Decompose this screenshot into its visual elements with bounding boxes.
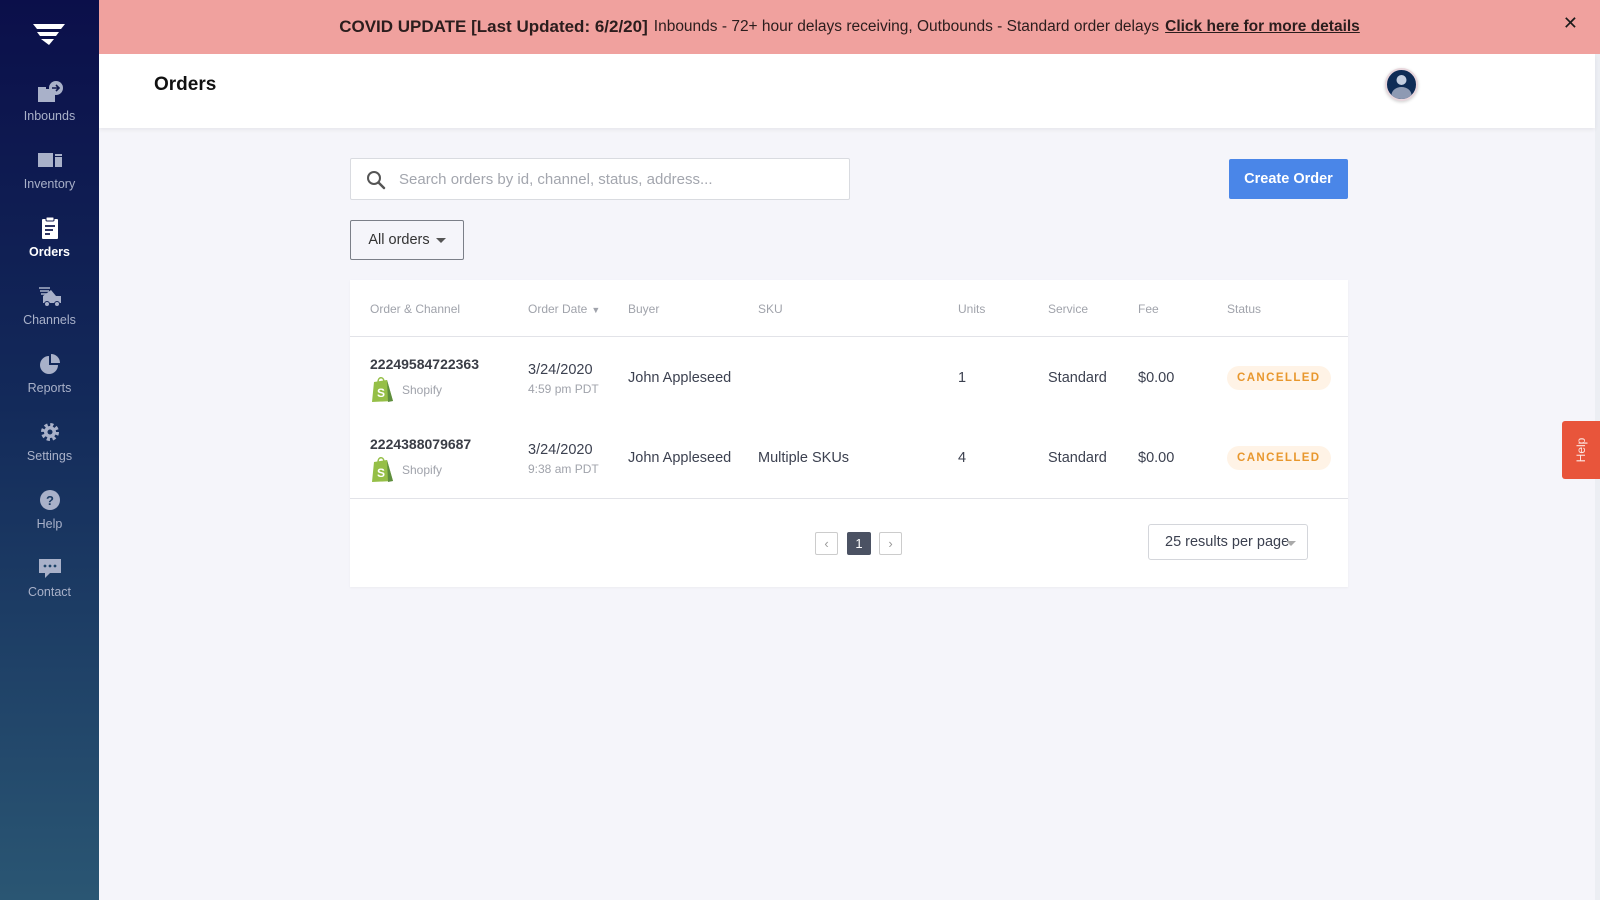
- fee: $0.00: [1138, 370, 1175, 386]
- status-badge: CANCELLED: [1227, 446, 1331, 470]
- create-order-button[interactable]: Create Order: [1229, 159, 1348, 199]
- units: 4: [958, 450, 967, 466]
- search-icon: [367, 171, 386, 190]
- sidebar-item-inventory[interactable]: Inventory: [0, 148, 99, 208]
- column-header-status[interactable]: Status: [1227, 302, 1261, 316]
- sidebar-item-label: Reports: [27, 381, 72, 395]
- svg-text:S: S: [377, 386, 385, 400]
- status-badge: CANCELLED: [1227, 366, 1331, 390]
- table-footer: ‹ 1 › 25 results per page: [350, 498, 1348, 587]
- column-header-sku[interactable]: SKU: [758, 302, 783, 316]
- sidebar-item-settings[interactable]: Settings: [0, 420, 99, 480]
- sidebar-item-help[interactable]: ? Help: [0, 488, 99, 548]
- sku: Multiple SKUs: [758, 450, 850, 466]
- buyer-name: John Appleseed: [628, 370, 732, 386]
- sidebar-item-label: Contact: [27, 585, 72, 599]
- order-time: 4:59 pm PDT: [528, 382, 599, 396]
- caret-down-icon: [1286, 541, 1296, 546]
- banner-details-link[interactable]: Click here for more details: [1165, 18, 1360, 36]
- inventory-icon: [37, 153, 62, 167]
- service: Standard: [1048, 450, 1107, 466]
- table-row[interactable]: 2224388079687 S Shopify 3/24/2020 9:38 a…: [350, 418, 1348, 498]
- sidebar-item-reports[interactable]: Reports: [0, 352, 99, 412]
- sidebar-item-label: Inventory: [23, 177, 76, 191]
- column-header-units[interactable]: Units: [958, 302, 985, 316]
- page-title: Orders: [154, 74, 217, 95]
- table-row[interactable]: 22249584722363 S Shopify 3/24/2020 4:59 …: [350, 338, 1348, 418]
- order-id[interactable]: 22249584722363: [370, 356, 479, 372]
- buyer-name: John Appleseed: [628, 450, 732, 466]
- table-header: Order & Channel Order Date ▼ Buyer SKU Un…: [350, 280, 1348, 337]
- channel-name: Shopify: [402, 463, 443, 477]
- logo-icon[interactable]: [32, 22, 66, 46]
- sidebar-item-label: Help: [36, 517, 63, 531]
- order-id[interactable]: 2224388079687: [370, 436, 471, 452]
- next-page-button[interactable]: ›: [879, 532, 902, 555]
- per-page-label: 25 results per page: [1165, 534, 1290, 550]
- banner-title: COVID UPDATE [Last Updated: 6/2/20]: [339, 17, 648, 36]
- sidebar-item-channels[interactable]: Channels: [0, 284, 99, 344]
- service: Standard: [1048, 370, 1107, 386]
- gear-icon: [40, 423, 59, 441]
- page-header: Orders: [99, 54, 1595, 128]
- caret-down-icon: [435, 237, 446, 243]
- sort-desc-icon: ▼: [591, 305, 601, 315]
- shopify-icon: S: [372, 457, 393, 482]
- pie-chart-icon: [39, 354, 60, 374]
- truck-icon: [38, 287, 61, 307]
- help-widget-tab[interactable]: Help: [1562, 421, 1600, 479]
- units: 1: [958, 370, 967, 386]
- user-icon: [1391, 75, 1412, 99]
- banner-text: Inbounds - 72+ hour delays receiving, Ou…: [653, 18, 1160, 35]
- help-tab-label: Help: [1574, 437, 1588, 463]
- order-date: 3/24/2020: [528, 442, 593, 458]
- sidebar-item-inbounds[interactable]: Inbounds: [0, 80, 99, 140]
- inbound-box-icon: [37, 81, 63, 102]
- clipboard-icon: [41, 216, 58, 239]
- question-circle-icon: ?: [39, 490, 60, 510]
- avatar[interactable]: [1385, 68, 1418, 101]
- sidebar-item-label: Channels: [23, 313, 76, 327]
- close-icon[interactable]: ✕: [1563, 13, 1578, 34]
- sidebar-item-orders[interactable]: Orders: [0, 216, 99, 276]
- column-header-label: Order Date: [528, 302, 588, 316]
- announcement-banner: COVID UPDATE [Last Updated: 6/2/20] Inbo…: [99, 0, 1600, 54]
- order-time: 9:38 am PDT: [528, 462, 599, 476]
- page-1-button[interactable]: 1: [847, 532, 871, 555]
- sidebar-item-label: Settings: [26, 449, 73, 463]
- svg-text:?: ?: [46, 493, 54, 508]
- column-header-buyer[interactable]: Buyer: [628, 302, 659, 316]
- column-header-order-date[interactable]: Order Date ▼: [528, 302, 600, 316]
- order-filter-dropdown[interactable]: All orders: [350, 220, 464, 260]
- column-header-service[interactable]: Service: [1048, 302, 1088, 316]
- results-per-page-select[interactable]: 25 results per page: [1148, 524, 1308, 560]
- chat-bubble-icon: [38, 559, 61, 578]
- sidebar-item-label: Orders: [29, 245, 70, 259]
- search-box: [350, 158, 850, 200]
- sidebar-item-label: Inbounds: [23, 109, 76, 123]
- shopify-icon: S: [372, 377, 393, 402]
- sidebar-item-contact[interactable]: Contact: [0, 556, 99, 616]
- filter-label: All orders: [368, 232, 430, 248]
- order-date: 3/24/2020: [528, 362, 593, 378]
- orders-table: Order & Channel Order Date ▼ Buyer SKU Un…: [350, 280, 1348, 587]
- search-input[interactable]: [399, 159, 839, 199]
- column-header-order-channel[interactable]: Order & Channel: [370, 302, 460, 316]
- column-header-fee[interactable]: Fee: [1138, 302, 1159, 316]
- channel-name: Shopify: [402, 383, 443, 397]
- prev-page-button[interactable]: ‹: [815, 532, 838, 555]
- svg-text:S: S: [377, 466, 385, 480]
- fee: $0.00: [1138, 450, 1175, 466]
- sidebar: Inbounds Inventory Orders Channels Repor…: [0, 0, 99, 900]
